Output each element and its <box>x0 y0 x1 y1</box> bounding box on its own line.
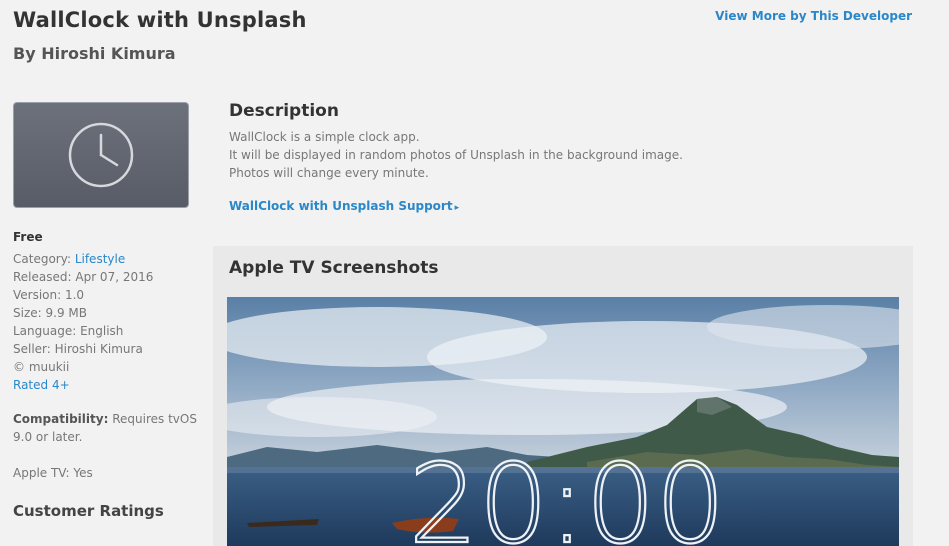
support-link[interactable]: WallClock with Unsplash Support ▸ <box>229 199 459 213</box>
description-line: Photos will change every minute. <box>229 166 429 180</box>
copyright: © muukii <box>13 360 70 374</box>
screenshot-landscape-photo: 20:00 <box>227 297 899 546</box>
description-text: WallClock is a simple clock app. It will… <box>229 128 683 182</box>
app-title: WallClock with Unsplash <box>13 8 307 32</box>
app-size: Size: 9.9 MB <box>13 306 87 320</box>
clock-time: 20:00 <box>408 440 725 546</box>
compatibility-label: Compatibility: <box>13 412 109 426</box>
screenshots-section: Apple TV Screenshots 20:00 <box>213 246 913 546</box>
customer-ratings-heading: Customer Ratings <box>13 502 164 520</box>
released-date: Released: Apr 07, 2016 <box>13 270 154 284</box>
support-link-label: WallClock with Unsplash Support <box>229 199 453 213</box>
app-info-sidebar: Free Category: Lifestyle Released: Apr 0… <box>13 228 198 520</box>
category-link[interactable]: Lifestyle <box>75 252 125 266</box>
version: Version: 1.0 <box>13 288 85 302</box>
description-line: WallClock is a simple clock app. <box>229 130 420 144</box>
app-icon <box>13 102 189 208</box>
clock-icon <box>68 122 134 188</box>
price: Free <box>13 230 43 244</box>
developer-name: By Hiroshi Kimura <box>13 44 176 63</box>
compatibility: Compatibility: Requires tvOS 9.0 or late… <box>13 410 198 446</box>
apple-tv-support: Apple TV: Yes <box>13 466 93 480</box>
chevron-right-icon: ▸ <box>454 203 460 213</box>
age-rating-link[interactable]: Rated 4+ <box>13 376 198 394</box>
screenshots-heading: Apple TV Screenshots <box>229 258 439 278</box>
category-label: Category: <box>13 252 75 266</box>
language: Language: English <box>13 324 124 338</box>
description-heading: Description <box>229 101 339 121</box>
description-line: It will be displayed in random photos of… <box>229 148 683 162</box>
screenshot-image[interactable]: 20:00 <box>227 297 899 546</box>
seller: Seller: Hiroshi Kimura <box>13 342 143 356</box>
view-more-by-developer-link[interactable]: View More by This Developer <box>715 9 912 23</box>
category: Category: Lifestyle <box>13 250 198 268</box>
